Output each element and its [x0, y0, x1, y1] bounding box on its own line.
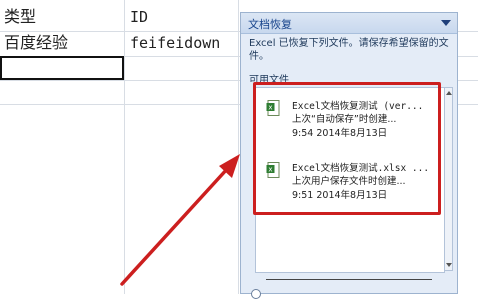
annotation-arrow-icon [120, 154, 240, 286]
